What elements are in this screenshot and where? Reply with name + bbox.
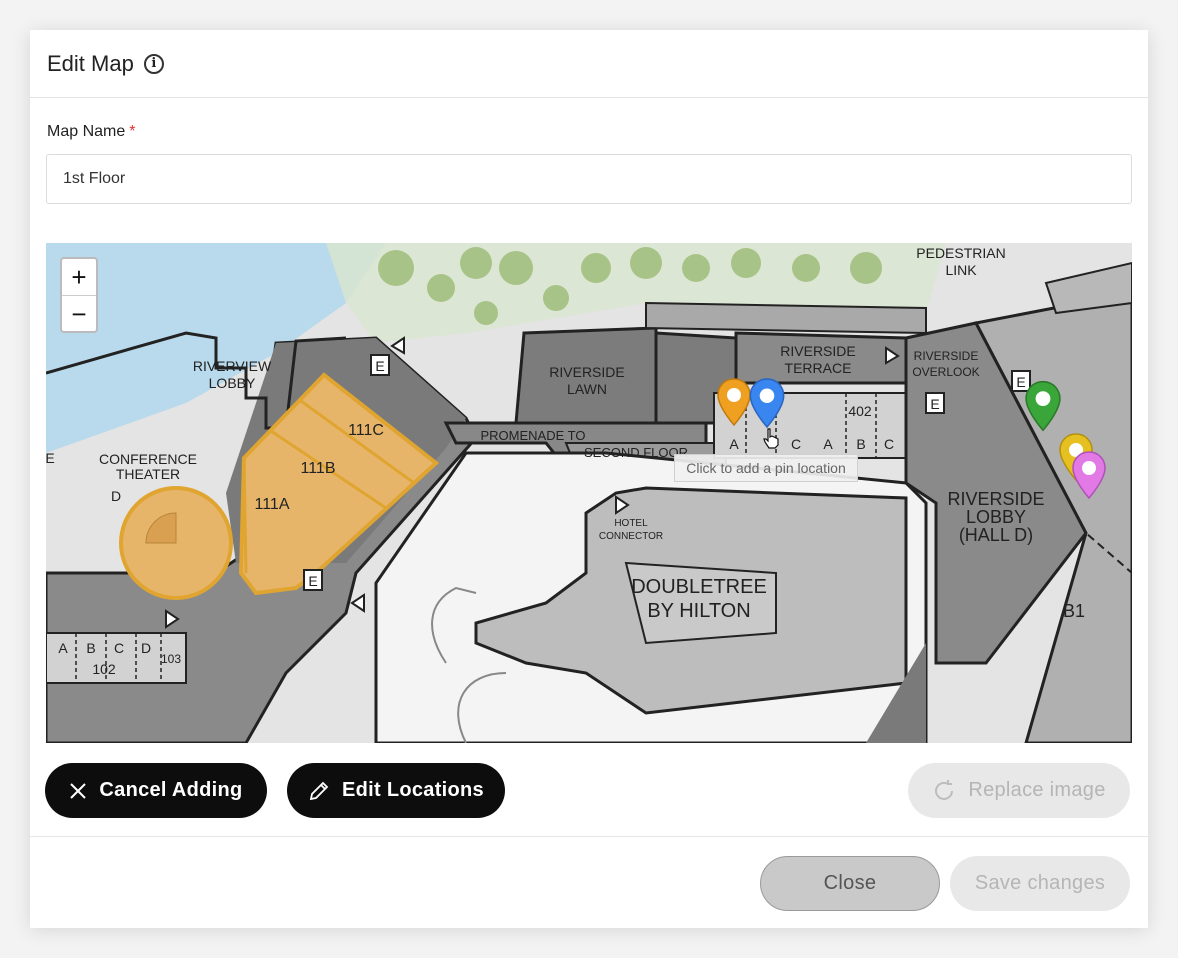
save-changes-button[interactable]: Save changes <box>950 856 1130 911</box>
zoom-out-button[interactable]: − <box>62 296 96 332</box>
floor-plan-image: PEDESTRIAN LINK RIVERVIEW LOBBY RIVERSID… <box>46 243 1132 743</box>
label-102: 102 <box>92 661 116 677</box>
label-riverside-lawn: RIVERSIDE <box>549 364 624 380</box>
label-conference-theater: CONFERENCE <box>99 451 197 467</box>
label-111a: 111A <box>255 496 290 513</box>
map-name-input[interactable] <box>46 154 1132 204</box>
svg-text:LINK: LINK <box>945 262 977 278</box>
label-second-floor: SECOND FLOOR <box>584 445 688 460</box>
svg-text:D: D <box>141 640 151 656</box>
svg-text:B: B <box>856 436 865 452</box>
svg-text:LOBBY: LOBBY <box>966 507 1026 527</box>
label-riverside-overlook: RIVERSIDE <box>914 349 979 363</box>
label-riverview-lobby: RIVERVIEW <box>193 358 272 374</box>
refresh-icon <box>932 779 956 803</box>
svg-text:C: C <box>791 436 801 452</box>
label-402: 402 <box>848 403 872 419</box>
svg-text:TERRACE: TERRACE <box>785 360 852 376</box>
svg-text:E: E <box>930 396 939 412</box>
svg-text:E: E <box>46 450 55 466</box>
blue-pin-icon[interactable] <box>748 377 786 429</box>
pink-pin-icon[interactable] <box>1071 449 1107 501</box>
svg-text:A: A <box>58 640 68 656</box>
orange-pin-icon[interactable] <box>716 377 752 427</box>
svg-text:D: D <box>111 488 121 504</box>
info-icon[interactable]: i <box>143 53 164 74</box>
dialog-header: Edit Map i <box>30 30 1148 98</box>
green-pin-icon[interactable] <box>1024 379 1062 433</box>
edit-locations-label: Edit Locations <box>342 779 484 801</box>
footer-divider <box>30 836 1148 837</box>
svg-text:CONNECTOR: CONNECTOR <box>599 531 663 542</box>
label-doubletree: DOUBLETREE <box>631 576 767 598</box>
label-111b: 111B <box>301 460 336 477</box>
cancel-adding-label: Cancel Adding <box>99 779 243 801</box>
label-b1: B1 <box>1063 601 1085 621</box>
svg-text:C: C <box>114 640 124 656</box>
close-icon <box>69 782 87 800</box>
svg-text:LOBBY: LOBBY <box>209 375 256 391</box>
svg-text:(HALL D): (HALL D) <box>959 525 1033 545</box>
map-name-label: Map Name * <box>47 123 135 141</box>
label-hotel-connector: HOTEL <box>614 518 648 529</box>
svg-text:A: A <box>823 436 833 452</box>
replace-image-label: Replace image <box>968 779 1106 801</box>
svg-text:A: A <box>729 436 739 452</box>
zoom-in-button[interactable]: + <box>62 259 96 296</box>
label-riverside-lobby: RIVERSIDE <box>947 489 1044 509</box>
svg-text:E: E <box>375 358 384 374</box>
label-promenade: PROMENADE TO <box>481 428 586 443</box>
floor-map[interactable]: PEDESTRIAN LINK RIVERVIEW LOBBY RIVERSID… <box>46 243 1132 743</box>
dialog-title: Edit Map <box>47 50 134 76</box>
svg-text:THEATER: THEATER <box>116 466 180 482</box>
label-111c: 111C <box>348 422 384 439</box>
svg-text:E: E <box>308 573 317 589</box>
svg-text:B: B <box>86 640 95 656</box>
hand-cursor-icon <box>763 428 779 449</box>
label-103: 103 <box>161 652 181 666</box>
svg-text:C: C <box>884 436 894 452</box>
map-name-label-text: Map Name <box>47 123 126 140</box>
label-riverside-terrace: RIVERSIDE <box>780 343 855 359</box>
svg-text:OVERLOOK: OVERLOOK <box>912 365 979 379</box>
svg-text:LAWN: LAWN <box>567 381 607 397</box>
required-mark: * <box>129 123 136 140</box>
replace-image-button[interactable]: Replace image <box>908 763 1130 818</box>
edit-locations-button[interactable]: Edit Locations <box>287 763 505 818</box>
edit-map-dialog: Edit Map i Map Name * 1st Floor PEDESTRI… <box>30 30 1148 928</box>
cancel-adding-button[interactable]: Cancel Adding <box>45 763 267 818</box>
zoom-control: + − <box>60 257 98 333</box>
pencil-icon <box>308 780 330 802</box>
pin-tooltip: Click to add a pin location <box>674 454 858 482</box>
close-button[interactable]: Close <box>760 856 940 911</box>
svg-text:BY HILTON: BY HILTON <box>647 600 750 622</box>
label-pedestrian-link: PEDESTRIAN <box>916 245 1005 261</box>
